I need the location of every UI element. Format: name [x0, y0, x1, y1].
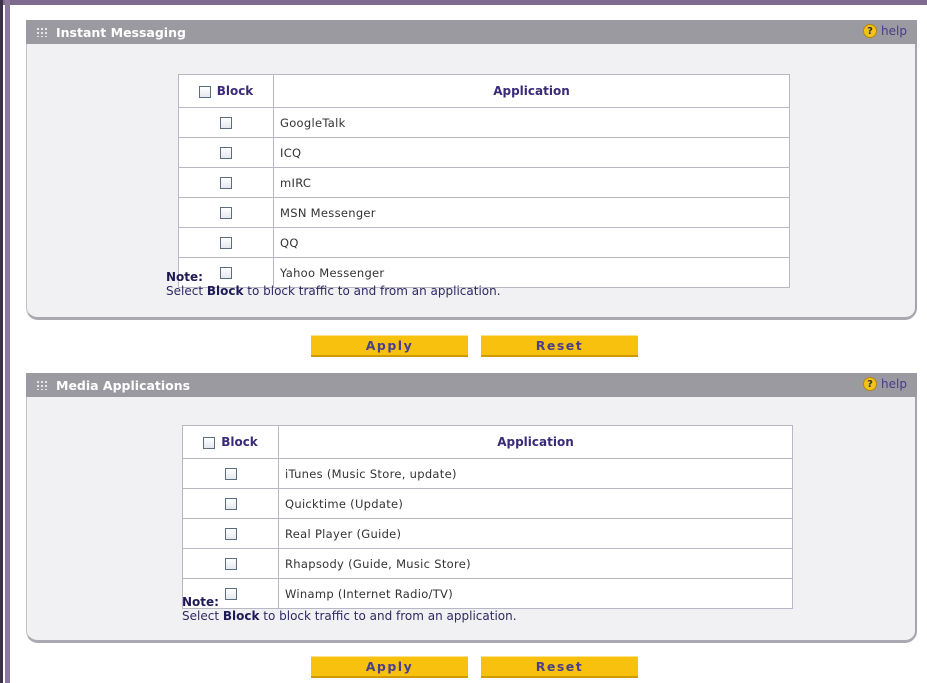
block-checkbox[interactable]	[220, 147, 232, 159]
apply-button[interactable]: Apply	[311, 656, 468, 678]
help-icon: ?	[863, 377, 878, 391]
table-row: QQ	[178, 227, 790, 258]
note: Note: Select Block to block traffic to a…	[166, 270, 501, 298]
help-icon: ?	[863, 24, 878, 38]
reset-button[interactable]: Reset	[481, 335, 638, 357]
table-header-row: Block Application	[182, 425, 793, 459]
block-checkbox[interactable]	[220, 207, 232, 219]
block-cell	[182, 488, 279, 519]
application-name: mIRC	[273, 167, 790, 198]
block-checkbox[interactable]	[224, 468, 237, 480]
table-row: Quicktime (Update)	[182, 488, 793, 519]
block-column-label: Block	[221, 435, 258, 449]
applications-table: Block Application iTunes (Music Store, u…	[182, 425, 793, 609]
block-checkbox[interactable]	[224, 528, 237, 540]
block-column-header: Block	[182, 425, 279, 459]
help-link[interactable]: ? help	[863, 24, 907, 38]
application-column-header: Application	[278, 425, 793, 459]
block-cell	[178, 197, 274, 228]
application-name: Quicktime (Update)	[278, 488, 793, 519]
block-cell	[178, 227, 274, 258]
block-checkbox[interactable]	[220, 177, 232, 189]
application-name: Rhapsody (Guide, Music Store)	[278, 548, 793, 579]
panel-body: Block Application GoogleTalk ICQ mIRC MS…	[26, 44, 917, 320]
table-row: MSN Messenger	[178, 197, 790, 228]
apply-button[interactable]: Apply	[311, 335, 468, 357]
note-text-post: to block traffic to and from an applicat…	[243, 284, 501, 298]
note-text-bold: Block	[222, 609, 260, 623]
table-row: Real Player (Guide)	[182, 518, 793, 549]
note-label: Note:	[182, 595, 219, 609]
note-label: Note:	[166, 270, 203, 284]
panel-title: Media Applications	[56, 377, 191, 393]
block-cell	[178, 137, 274, 168]
help-label: help	[881, 377, 907, 391]
note-text-bold: Block	[206, 284, 244, 298]
window-left-border-inner	[5, 0, 10, 683]
applications-table: Block Application GoogleTalk ICQ mIRC MS…	[178, 74, 790, 288]
table-row: ICQ	[178, 137, 790, 168]
window-top-border	[0, 0, 927, 5]
panel-header: Instant Messaging ? help	[26, 20, 917, 44]
block-checkbox[interactable]	[224, 498, 237, 510]
grip-icon	[36, 380, 48, 390]
application-name: QQ	[273, 227, 790, 258]
block-cell	[178, 167, 274, 198]
table-row: mIRC	[178, 167, 790, 198]
block-checkbox[interactable]	[220, 117, 232, 129]
help-label: help	[881, 24, 907, 38]
instant-messaging-panel: Instant Messaging ? help Block Applicati…	[26, 20, 917, 320]
application-name: GoogleTalk	[273, 107, 790, 138]
block-column-label: Block	[216, 84, 254, 98]
panel-title: Instant Messaging	[56, 24, 186, 40]
application-name: MSN Messenger	[273, 197, 790, 228]
panel-body: Block Application iTunes (Music Store, u…	[26, 397, 917, 643]
table-header-row: Block Application	[178, 74, 790, 108]
application-name: ICQ	[273, 137, 790, 168]
note-text-pre: Select	[166, 284, 207, 298]
note-text-post: to block traffic to and from an applicat…	[259, 609, 517, 623]
application-name: iTunes (Music Store, update)	[278, 458, 793, 489]
block-cell	[182, 458, 279, 489]
reset-button[interactable]: Reset	[481, 656, 638, 678]
block-checkbox[interactable]	[220, 237, 232, 249]
block-column-header: Block	[178, 74, 274, 108]
block-cell	[182, 548, 279, 579]
application-column-header: Application	[273, 74, 790, 108]
media-applications-panel: Media Applications ? help Block Applicat…	[26, 373, 917, 643]
block-all-checkbox[interactable]	[198, 85, 211, 98]
block-checkbox[interactable]	[224, 558, 237, 570]
table-row: Rhapsody (Guide, Music Store)	[182, 548, 793, 579]
window-left-border	[0, 0, 3, 683]
block-all-checkbox[interactable]	[203, 436, 216, 449]
panel-header: Media Applications ? help	[26, 373, 917, 397]
help-link[interactable]: ? help	[863, 377, 907, 391]
application-name: Real Player (Guide)	[278, 518, 793, 549]
block-cell	[182, 518, 279, 549]
table-row: iTunes (Music Store, update)	[182, 458, 793, 489]
note-text-pre: Select	[182, 609, 223, 623]
block-cell	[178, 107, 274, 138]
note: Note: Select Block to block traffic to a…	[182, 595, 517, 623]
table-row: GoogleTalk	[178, 107, 790, 138]
grip-icon	[36, 27, 48, 37]
